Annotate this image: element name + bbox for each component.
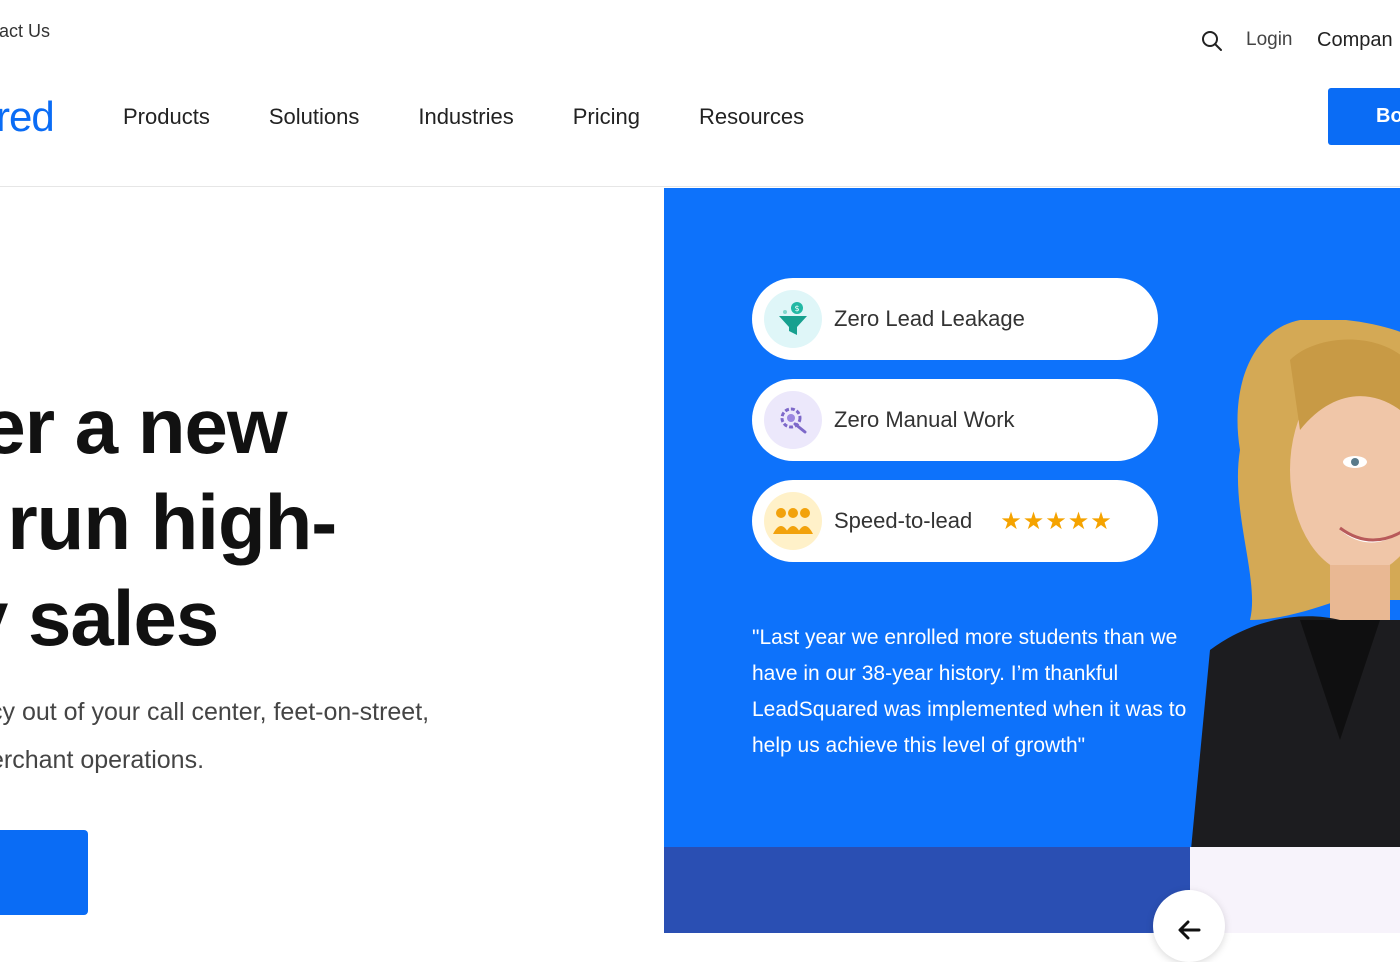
feature-label: Zero Lead Leakage xyxy=(834,306,1025,331)
brand-logo[interactable]: red xyxy=(0,96,55,138)
star-rating: ★★★★★ xyxy=(1000,507,1113,535)
gear-icon xyxy=(764,391,822,449)
svg-text:$: $ xyxy=(795,304,800,313)
header-divider xyxy=(0,186,1400,187)
feature-pill-speed-to-lead: Speed-to-lead ★★★★★ xyxy=(752,480,1158,562)
subtext-line-1: cy out of your call center, feet-on-stre… xyxy=(0,698,430,726)
testimonial-person-photo xyxy=(1190,320,1400,860)
search-icon[interactable] xyxy=(1200,29,1224,53)
funnel-icon: $ xyxy=(764,290,822,348)
nav-resources[interactable]: Resources xyxy=(699,104,804,130)
main-nav: Products Solutions Industries Pricing Re… xyxy=(123,104,863,130)
contact-us-link[interactable]: tact Us xyxy=(0,21,50,42)
hero-headline: ver a new o run high- ty sales xyxy=(0,378,337,666)
team-icon xyxy=(764,492,822,550)
headline-line-2: o run high- xyxy=(0,478,337,566)
nav-pricing[interactable]: Pricing xyxy=(573,104,640,130)
headline-line-3: ty sales xyxy=(0,574,219,662)
subtext-line-2: erchant operations. xyxy=(0,746,205,774)
login-link[interactable]: Login xyxy=(1246,29,1293,51)
nav-solutions[interactable]: Solutions xyxy=(269,104,360,130)
feature-pill-lead-leakage: $ Zero Lead Leakage xyxy=(752,278,1158,360)
feature-label: Speed-to-lead xyxy=(834,508,973,533)
book-demo-button[interactable]: Bo xyxy=(1328,88,1400,145)
nav-industries[interactable]: Industries xyxy=(418,104,513,130)
nav-products[interactable]: Products xyxy=(123,104,210,130)
hero-cta-button[interactable] xyxy=(0,830,88,915)
feature-label: Zero Manual Work xyxy=(834,407,1015,432)
carousel-band-dark xyxy=(664,847,1190,933)
testimonial-quote: "Last year we enrolled more students tha… xyxy=(752,626,1187,757)
headline-line-1: ver a new xyxy=(0,382,288,470)
hero-subtext: cy out of your call center, feet-on-stre… xyxy=(0,688,429,784)
arrow-left-icon xyxy=(1178,920,1201,940)
company-menu[interactable]: Compan xyxy=(1317,29,1393,52)
feature-pill-manual-work: Zero Manual Work xyxy=(752,379,1158,461)
carousel-prev-button[interactable] xyxy=(1153,890,1225,962)
